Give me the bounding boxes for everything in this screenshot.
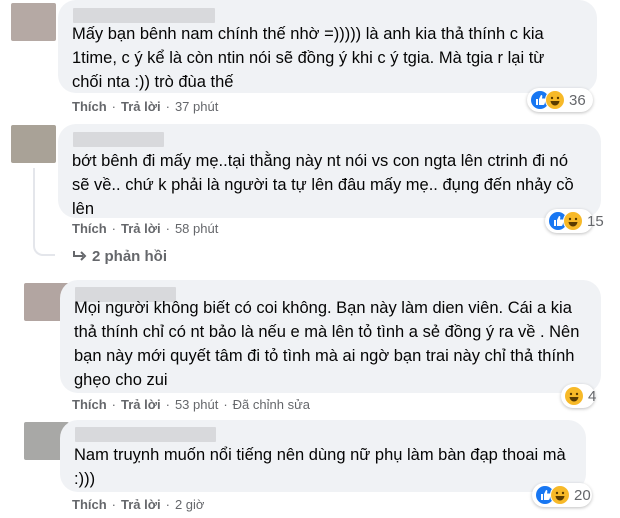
comment-timestamp[interactable]: 2 giờ: [175, 497, 205, 512]
like-button[interactable]: Thích: [72, 99, 107, 114]
reply-button[interactable]: Trả lời: [121, 221, 161, 236]
reaction-count: 36: [569, 91, 586, 109]
comment-text-line: Mấy bạn bênh nam chính thế nhờ =))))) là…: [72, 25, 544, 43]
comment-text-line: bớt bênh đi mấy mẹ..tại thằng này nt nói…: [72, 152, 569, 170]
comment-text-line: :))): [74, 470, 96, 488]
comment-text-line: thả thính chỉ có nt bảo là nếu e mà lên …: [74, 323, 580, 341]
comment-actions: Thích · Trả lời · 37 phút: [72, 99, 219, 114]
comment-text-line: sẽ về.. chứ k phải là người ta tự lên đâ…: [72, 176, 574, 194]
comment-text-line: Nam truỵnh muốn nổi tiếng nên dùng nữ ph…: [74, 446, 566, 464]
reaction-summary[interactable]: 20: [532, 483, 592, 507]
like-button[interactable]: Thích: [72, 397, 107, 412]
comment-bubble: Mấy bạn bênh nam chính thế nhờ =))))) là…: [58, 0, 597, 93]
author-name-redacted[interactable]: [73, 132, 164, 147]
reply-button[interactable]: Trả lời: [121, 397, 161, 412]
comment-bubble: Mọi người không biết có coi không. Bạn n…: [60, 280, 601, 393]
haha-reaction-icon: [563, 211, 583, 231]
comment-text-line: ghẹo cho zui: [74, 371, 168, 389]
like-button[interactable]: Thích: [72, 497, 107, 512]
comment-bubble: Nam truỵnh muốn nổi tiếng nên dùng nữ ph…: [60, 420, 586, 492]
avatar[interactable]: [11, 125, 56, 163]
comment-timestamp[interactable]: 58 phút: [175, 221, 218, 236]
comment-text-line: bạn này mới quyết tâm đi tỏ tình mà ai n…: [74, 347, 575, 365]
edited-label[interactable]: Đã chỉnh sửa: [233, 397, 310, 412]
reply-arrow-icon: [73, 251, 87, 261]
haha-reaction-icon: [550, 485, 570, 505]
reply-button[interactable]: Trả lời: [121, 497, 161, 512]
comment-timestamp[interactable]: 37 phút: [175, 99, 218, 114]
comment-bubble: bớt bênh đi mấy mẹ..tại thằng này nt nói…: [58, 124, 601, 218]
reaction-summary[interactable]: 15: [545, 209, 604, 233]
comment-text-line: Mọi người không biết có coi không. Bạn n…: [74, 299, 572, 317]
reply-thread-elbow: [33, 236, 55, 256]
author-name-redacted[interactable]: [73, 8, 215, 23]
reaction-count: 4: [588, 387, 597, 405]
like-button[interactable]: Thích: [72, 221, 107, 236]
view-replies-label: 2 phản hồi: [92, 248, 167, 265]
reply-button[interactable]: Trả lời: [121, 99, 161, 114]
reaction-count: 20: [574, 486, 591, 504]
haha-reaction-icon: [564, 386, 584, 406]
avatar[interactable]: [11, 3, 56, 41]
comment-text-line: lên: [72, 200, 95, 218]
reaction-count: 15: [587, 212, 604, 230]
haha-reaction-icon: [545, 90, 565, 110]
comment-actions: Thích · Trả lời · 58 phút: [72, 221, 219, 236]
comment-text-line: 1time, c ý kể là còn ntin nói sẽ đồng ý …: [72, 49, 545, 67]
comment-text-line: chối nta :)) trò đùa thế: [72, 73, 234, 91]
comment-actions: Thích · Trả lời · 2 giờ: [72, 497, 205, 512]
author-name-redacted[interactable]: [75, 427, 216, 442]
reaction-summary[interactable]: 36: [527, 88, 593, 112]
comment-timestamp[interactable]: 53 phút: [175, 397, 218, 412]
reaction-summary[interactable]: 4: [561, 384, 597, 408]
reply-thread-line: [33, 168, 35, 246]
comment-actions: Thích · Trả lời · 53 phút · Đã chỉnh sửa: [72, 397, 311, 412]
view-replies-link[interactable]: 2 phản hồi: [72, 248, 167, 265]
